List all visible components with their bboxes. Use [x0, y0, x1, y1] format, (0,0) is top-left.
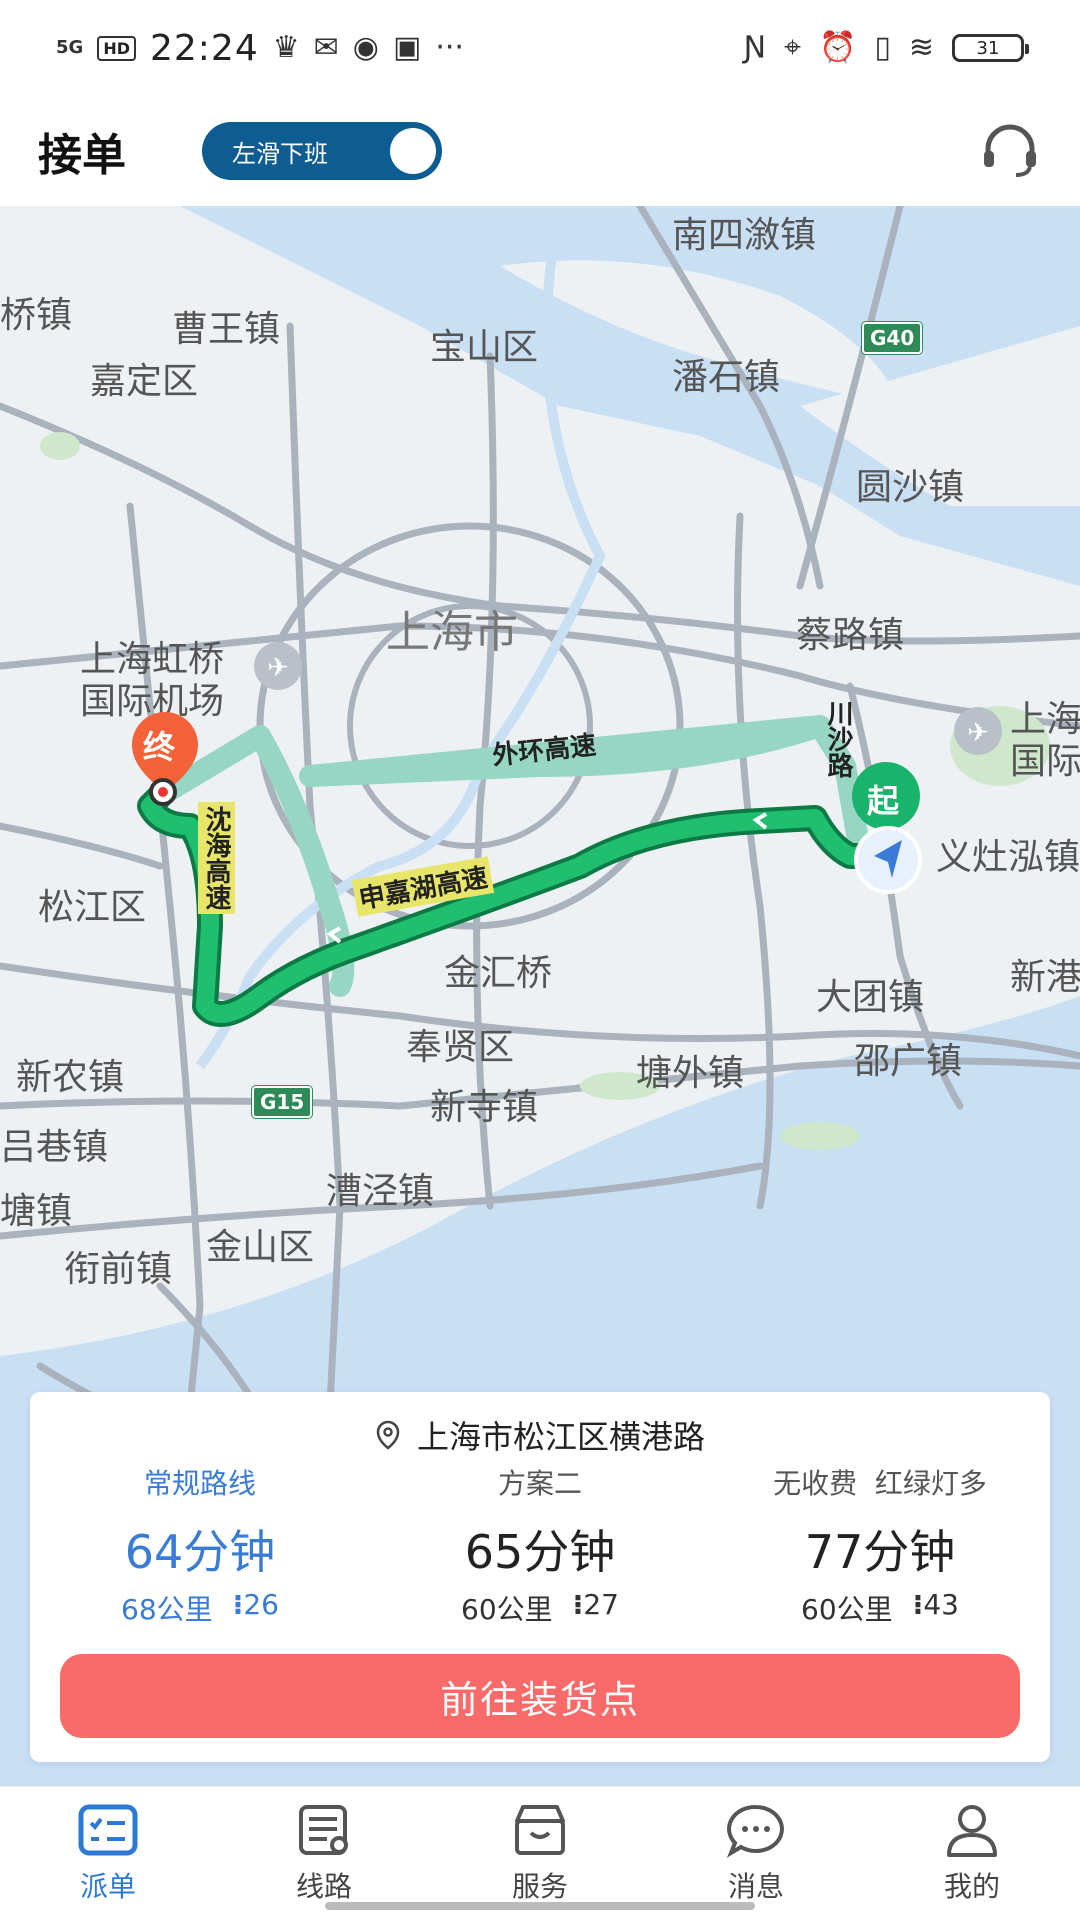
plan-meta: 60公里 ⁝43	[710, 1588, 1050, 1628]
toggle-label: 左滑下班	[232, 139, 328, 168]
battery-icon: 31	[952, 34, 1029, 62]
map-label: 塘外镇	[636, 1053, 745, 1094]
plan-time: 77分钟	[804, 1525, 956, 1579]
map-label: 桥镇	[0, 295, 73, 336]
map-label: 金汇桥	[444, 953, 553, 994]
plan-name: 无收费 红绿灯多	[773, 1467, 987, 1500]
nav-label: 消息	[727, 1870, 784, 1903]
plan-meta: 68公里 ⁝26	[30, 1588, 370, 1628]
dispatch-icon	[78, 1804, 138, 1856]
nav-label: 我的	[943, 1870, 1000, 1903]
status-bar: 5G HD 22:24 ♛ ✉ ◉ ▣ ··· Ɲ ⌖ ⏰ ▯ ≋ 31	[0, 0, 1080, 96]
route-plans: 常规路线 64分钟 68公里 ⁝26 方案二 65分钟 60公里 ⁝27 无收费…	[30, 1462, 1050, 1628]
toggle-knob[interactable]	[390, 128, 436, 174]
nav-item-profile[interactable]: 我的	[864, 1787, 1080, 1920]
nav-item-messages[interactable]: 消息	[648, 1787, 864, 1920]
nav-item-service[interactable]: 服务	[432, 1787, 648, 1920]
map-label: 宝山区	[430, 327, 539, 368]
map-label: 新寺镇	[430, 1087, 539, 1128]
map-label: 新农镇	[16, 1057, 125, 1098]
map-label: 义灶泓镇	[936, 837, 1080, 878]
plan-distance: 60公里	[801, 1593, 893, 1626]
signal-icon: 5G	[56, 37, 84, 58]
hd-icon: HD	[97, 35, 136, 61]
map-label: 松江区	[38, 887, 147, 928]
end-marker[interactable]: 终	[126, 708, 204, 808]
map-label: 上海市	[386, 607, 518, 658]
map-label: 嘉定区	[90, 361, 199, 402]
nav-label: 派单	[79, 1870, 136, 1903]
destination-row: 上海市松江区横港路	[30, 1412, 1050, 1458]
route-plan-1[interactable]: 常规路线 64分钟 68公里 ⁝26	[30, 1462, 370, 1628]
mail-icon: ✉	[313, 30, 339, 65]
clock: 22:24	[149, 27, 259, 69]
more-notifications: ···	[435, 30, 464, 65]
plan-meta: 60公里 ⁝27	[370, 1588, 710, 1628]
map-label: 衔前镇	[64, 1249, 173, 1290]
map-label: 大团镇	[816, 977, 925, 1018]
crown-icon: ♛	[272, 30, 300, 65]
end-marker-label: 终	[143, 728, 176, 766]
map-label: 曹王镇	[172, 309, 281, 350]
destination-address: 上海市松江区横港路	[416, 1418, 705, 1456]
plan-lights: ⁝43	[912, 1588, 959, 1621]
start-marker-label: 起	[867, 782, 900, 820]
map-label: 金山区	[206, 1227, 315, 1268]
map-label: 国际	[1010, 741, 1080, 782]
map-label: 奉贤区	[406, 1027, 515, 1068]
youku-icon: ▣	[392, 30, 422, 65]
vibrate-icon: ▯	[874, 30, 891, 65]
plan-distance: 60公里	[461, 1593, 553, 1626]
map-label: 南四漵镇	[672, 215, 817, 256]
route-plan-2[interactable]: 方案二 65分钟 60公里 ⁝27	[370, 1462, 710, 1628]
headset-icon[interactable]	[978, 119, 1042, 183]
alarm-icon: ⏰	[818, 30, 857, 65]
map-label: 新港	[1010, 957, 1080, 998]
svg-text:✈: ✈	[967, 718, 989, 748]
map-label: 邵广镇	[854, 1041, 963, 1082]
road-label: 沈海高速	[198, 802, 235, 914]
current-location-icon	[854, 826, 922, 894]
nav-label: 线路	[295, 1870, 352, 1903]
routes-icon	[299, 1805, 348, 1855]
map-label: 吕巷镇	[0, 1127, 109, 1168]
plan-lights: ⁝26	[232, 1588, 279, 1621]
service-icon	[515, 1805, 565, 1855]
page-title: 接单	[38, 130, 126, 181]
nav-item-routes[interactable]: 线路	[216, 1787, 432, 1920]
nav-item-dispatch[interactable]: 派单	[0, 1787, 216, 1920]
nfc-icon: Ɲ	[743, 30, 767, 65]
svg-text:✈: ✈	[267, 653, 289, 683]
messages-icon	[726, 1804, 784, 1858]
plan-time: 65分钟	[464, 1525, 616, 1579]
go-to-loading-point-button[interactable]: 前往装货点	[60, 1654, 1020, 1738]
route-plan-3[interactable]: 无收费 红绿灯多 77分钟 60公里 ⁝43	[710, 1462, 1050, 1628]
highway-shield-g15: G15	[252, 1086, 313, 1118]
app-header: 接单 左滑下班	[0, 96, 1080, 206]
location-pin-icon	[376, 1420, 400, 1450]
plan-name: 常规路线	[143, 1467, 256, 1500]
chat-app-icon: ◉	[352, 30, 379, 65]
map-label: 蔡路镇	[796, 615, 905, 656]
traffic-light-icon: ⁝	[232, 1588, 244, 1621]
off-duty-toggle[interactable]: 左滑下班	[202, 122, 442, 180]
nav-label: 服务	[511, 1870, 568, 1903]
home-indicator[interactable]	[325, 1902, 755, 1910]
route-options-card: 上海市松江区横港路 常规路线 64分钟 68公里 ⁝26 方案二 65分钟 60…	[30, 1392, 1050, 1762]
map-label: 潘石镇	[672, 357, 781, 398]
plan-name: 方案二	[497, 1467, 582, 1500]
plan-lights: ⁝27	[572, 1588, 619, 1621]
bottom-nav: 派单 线路 服务 消息 我的	[0, 1786, 1080, 1920]
wifi-icon: ≋	[908, 30, 934, 65]
map-label: 圆沙镇	[856, 467, 965, 508]
traffic-light-icon: ⁝	[572, 1588, 584, 1621]
map-label: 漕泾镇	[326, 1171, 435, 1212]
map-label: 塘镇	[0, 1191, 73, 1232]
plan-time: 64分钟	[124, 1525, 276, 1579]
location-icon: ⌖	[784, 30, 801, 65]
traffic-light-icon: ⁝	[912, 1588, 924, 1621]
plan-distance: 68公里	[121, 1593, 213, 1626]
highway-shield-g40: G40	[862, 322, 923, 354]
profile-icon	[947, 1805, 997, 1857]
